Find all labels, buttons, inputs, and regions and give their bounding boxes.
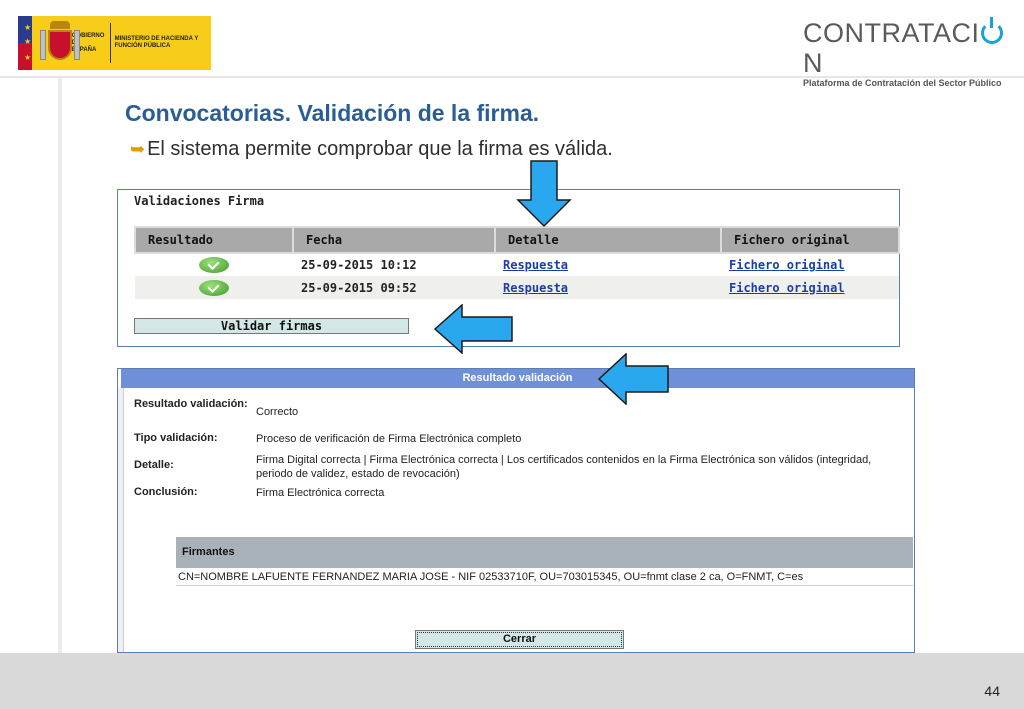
field-detalle: Detalle: Firma Digital correcta | Firma … [134,453,876,481]
eu-flag-icon: ★ ★ ★ [18,16,32,70]
dialog-left-scrollbar [118,388,124,652]
field-conclusion: Conclusión: Firma Electrónica correcta [134,486,876,500]
firmantes-section: Firmantes CN=NOMBRE LAFUENTE FERNANDEZ M… [176,537,913,586]
gov-logo-line2: MINISTERIO DE HACIENDA Y FUNCIÓN PÚBLICA [114,36,199,49]
brand-word-end: N [803,48,823,78]
table-row: 25-09-2015 10:12 Respuesta Fichero origi… [135,253,899,276]
curved-arrow-bullet-icon: ➥ [130,139,146,159]
coat-of-arms-icon [38,21,80,65]
header: ★★★ GOBIERNO DE ESPAÑA MINISTERIO DE HAC… [0,0,1024,88]
power-icon [980,17,1003,44]
fecha-cell: 25-09-2015 10:12 [301,258,417,272]
down-arrow-callout-icon [516,160,572,228]
validaciones-table: Resultado Fecha Detalle Fichero original… [134,226,900,299]
field-tipo: Tipo validación: Proceso de verificación… [134,432,876,446]
check-icon [199,257,229,273]
cerrar-button[interactable]: Cerrar [415,630,624,649]
field-value: Correcto [256,406,299,418]
left-arrow-callout-icon [434,304,513,354]
respuesta-link[interactable]: Respuesta [503,281,568,295]
bullet-text: El sistema permite comprobar que la firm… [147,138,613,160]
col-fecha: Fecha [292,226,496,254]
slide-title: Convocatorias. Validación de la firma. [125,100,540,126]
contratacion-logo: CONTRATACIN Plataforma de Contratación d… [803,17,1013,88]
respuesta-link[interactable]: Respuesta [503,258,568,272]
field-value: Firma Digital correcta | Firma Electróni… [256,454,872,480]
firmantes-heading: Firmantes [176,537,913,568]
resultado-validacion-dialog: Resultado validación Resultado validació… [117,368,915,653]
field-label: Tipo validación: [134,432,218,444]
field-label: Resultado validación: [134,398,248,410]
bullet-point: ➥ El sistema permite comprobar que la fi… [130,138,613,161]
field-value: Firma Electrónica correcta [256,487,385,499]
col-resultado: Resultado [134,226,294,254]
brand-word-start: CONTRATACI [803,18,980,48]
col-fichero-original: Fichero original [720,226,900,254]
field-resultado: Resultado validación: Correcto [134,398,876,419]
fichero-original-link[interactable]: Fichero original [729,281,845,295]
table-row: 25-09-2015 09:52 Respuesta Fichero origi… [135,276,899,299]
check-icon [199,279,229,296]
field-label: Conclusión: [134,486,198,498]
validar-firmas-button[interactable]: Validar firmas [134,318,409,334]
left-arrow-callout-icon [598,353,669,405]
field-value: Proceso de verificación de Firma Electró… [256,433,522,445]
dialog-title-bar: Resultado validación [121,369,914,388]
fichero-original-link[interactable]: Fichero original [729,258,845,272]
fecha-cell: 25-09-2015 09:52 [293,276,495,299]
gobierno-espana-logo: ★★★ GOBIERNO DE ESPAÑA MINISTERIO DE HAC… [18,16,211,70]
col-detalle: Detalle [494,226,722,254]
firmante-row: CN=NOMBRE LAFUENTE FERNANDEZ MARIA JOSE … [176,568,913,586]
page-number: 44 [984,683,1000,699]
validaciones-heading: Validaciones Firma [134,194,265,208]
side-divider [58,78,62,653]
slide-footer: 44 [0,653,1024,709]
field-label: Detalle: [134,459,174,471]
brand-subtitle: Plataforma de Contratación del Sector Pú… [803,78,1002,88]
